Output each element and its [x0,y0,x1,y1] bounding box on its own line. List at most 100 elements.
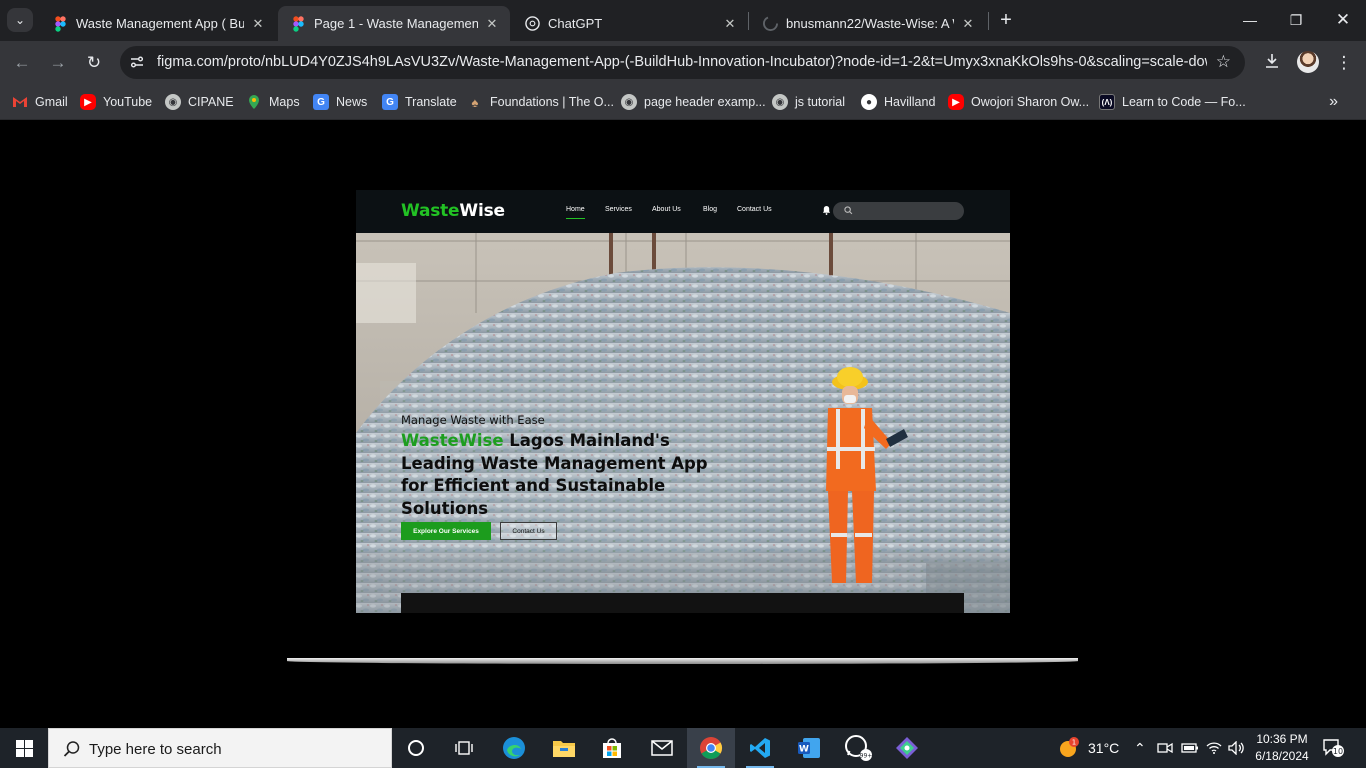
bookmark-label: YouTube [103,95,153,109]
close-tab-icon[interactable]: ✕ [250,16,266,32]
word-icon[interactable]: W [785,728,833,768]
nav-services[interactable]: Services [605,206,632,213]
microsoft-store-icon[interactable] [588,728,636,768]
bookmark-label: Havilland [884,95,936,109]
news-icon: G [313,94,329,110]
download-icon[interactable] [1261,52,1283,74]
new-tab-icon[interactable]: + [996,10,1016,30]
url-text[interactable]: figma.com/proto/nbLUD4Y0ZJS4h9LAsVU3Zv/W… [157,54,1207,70]
cortana-icon[interactable] [392,728,440,768]
task-view-icon[interactable] [440,728,488,768]
tab-title: Waste Management App ( Build [76,16,244,31]
wastewise-logo[interactable]: WasteWise [401,201,505,221]
bookmark-label: Learn to Code — Fo... [1122,95,1246,109]
bookmark-cipane[interactable]: ◉ CIPANE [165,93,234,111]
tab-search-button[interactable]: ⌄ [7,8,33,32]
meet-now-icon[interactable] [1157,728,1173,768]
tab-title: ChatGPT [548,16,603,31]
youtube-icon: ▶ [80,94,96,110]
site-search-field[interactable] [833,202,964,220]
device-frame-base [287,658,1078,664]
mail-icon[interactable] [638,728,686,768]
bookmark-translate[interactable]: G Translate [382,93,457,111]
browser-toolbar: ← → ↻ figma.com/proto/nbLUD4Y0ZJS4h9LAsV… [0,41,1366,85]
bookmark-foundations[interactable]: ♠ Foundations | The O... [467,93,614,111]
bookmark-gmail[interactable]: Gmail [12,93,68,111]
close-tab-icon[interactable]: ✕ [484,16,500,32]
menu-kebab-icon[interactable]: ⋮ [1333,52,1355,74]
explore-services-button[interactable]: Explore Our Services [401,522,491,540]
bookmark-star-icon[interactable]: ☆ [1216,52,1231,72]
hero-heading: WasteWise Lagos Mainland's Leading Waste… [401,430,711,520]
nav-blog[interactable]: Blog [703,206,717,213]
address-bar[interactable]: figma.com/proto/nbLUD4Y0ZJS4h9LAsVU3Zv/W… [120,46,1245,79]
temperature: 31°C [1088,740,1120,756]
whatsapp-badge: 99+ [860,753,873,760]
nav-home[interactable]: Home [566,206,585,219]
battery-icon[interactable] [1181,728,1199,768]
weather-widget[interactable]: 1 31°C [1057,728,1119,768]
bookmark-label: js tutorial [795,95,846,109]
close-tab-icon[interactable]: ✕ [960,16,976,32]
bookmark-maps[interactable]: Maps [246,93,300,111]
edge-icon[interactable] [490,728,538,768]
search-icon [844,206,853,215]
figma-prototype-viewport: WasteWise Home Services About Us Blog Co… [0,121,1366,728]
clock-date: 6/18/2024 [1255,749,1309,763]
bookmark-label: page header examp... [644,95,766,109]
svg-text:W: W [799,745,809,755]
restore-icon[interactable]: ❐ [1285,10,1307,30]
globe-icon: ◉ [772,94,788,110]
tab-github-waste-wise[interactable]: bnusmann22/Waste-Wise: A W ✕ [750,6,986,41]
volume-icon[interactable] [1228,728,1246,768]
nav-contact-us[interactable]: Contact Us [737,206,772,213]
freecodecamp-icon: (Λ) [1099,94,1115,110]
vscode-icon[interactable] [736,728,784,768]
bookmark-js-tutorial[interactable]: ◉ js tutorial [772,93,845,111]
github-icon [762,16,778,32]
more-bookmarks-icon[interactable]: » [1329,93,1338,111]
bookmark-page-header[interactable]: ◉ page header examp... [621,93,766,111]
file-explorer-icon[interactable] [540,728,588,768]
tab-chatgpt[interactable]: ChatGPT ✕ [512,6,748,41]
weather-badge: 1 [1072,739,1076,747]
bookmark-youtube[interactable]: ▶ YouTube [80,93,152,111]
notification-center-icon[interactable]: 10 [1323,738,1345,758]
bookmark-news[interactable]: G News [313,93,367,111]
back-arrow-icon[interactable]: ← [10,51,34,75]
windows-start-icon[interactable] [0,728,48,768]
youtube-icon: ▶ [948,94,964,110]
next-section-preview [401,593,964,613]
tab-page-1[interactable]: Page 1 - Waste Management Ap ✕ [278,6,510,41]
reload-icon[interactable]: ↻ [82,51,106,75]
bookmark-havilland[interactable]: ● Havilland [861,93,935,111]
havilland-icon: ● [861,94,877,110]
tab-title: Page 1 - Waste Management Ap [314,16,478,31]
odin-icon: ♠ [471,94,479,110]
system-clock[interactable]: 10:36 PM 6/18/2024 [1248,731,1316,765]
nav-about-us[interactable]: About Us [652,206,681,213]
whatsapp-icon[interactable]: 99+ [834,728,882,768]
close-window-icon[interactable]: ✕ [1332,10,1354,30]
tab-waste-management-app[interactable]: Waste Management App ( Build ✕ [40,6,276,41]
git-tool-icon[interactable] [883,728,931,768]
bookmark-label: News [336,95,368,109]
show-hidden-icons-chevron-icon[interactable]: ⌃ [1134,728,1146,768]
windows-taskbar: Type here to search W 99+ 1 31°C ⌃ 10:36… [0,728,1366,768]
close-tab-icon[interactable]: ✕ [722,16,738,32]
bell-icon[interactable] [822,205,831,215]
bookmark-owojori[interactable]: ▶ Owojori Sharon Ow... [948,93,1089,111]
bookmark-learn-to-code[interactable]: (Λ) Learn to Code — Fo... [1099,93,1246,111]
clock-time: 10:36 PM [1256,732,1308,746]
chrome-icon[interactable] [687,728,735,768]
profile-avatar[interactable] [1297,51,1319,73]
site-search-input[interactable] [855,204,955,218]
site-info-icon[interactable] [129,54,145,70]
taskbar-search-box[interactable]: Type here to search [48,728,392,768]
wifi-icon[interactable] [1206,728,1222,768]
forward-arrow-icon[interactable]: → [46,51,70,75]
minimize-icon[interactable]: — [1239,10,1261,30]
browser-tab-bar: ⌄ Waste Management App ( Build ✕ Page 1 … [0,0,1366,41]
contact-us-button[interactable]: Contact Us [500,522,557,540]
figma-icon [52,15,68,32]
